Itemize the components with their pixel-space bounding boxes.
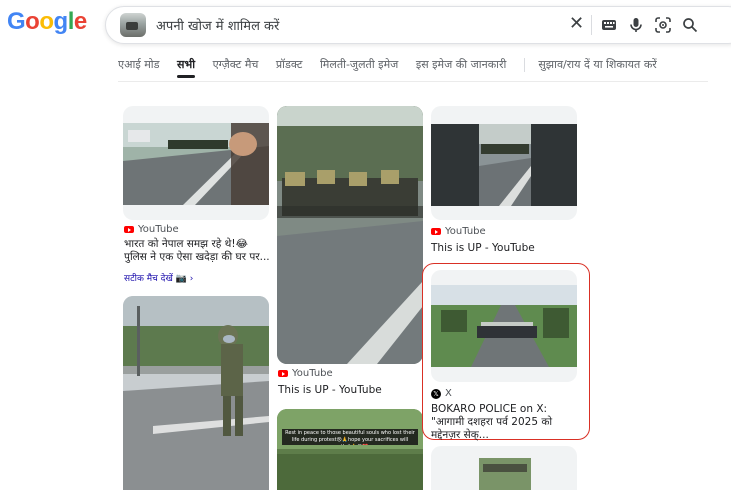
overlay-caption: Rest in peace to those beautiful souls w… xyxy=(282,429,418,445)
result-title-4[interactable]: BOKARO POLICE on X: "आगामी दशहरा पर्व 20… xyxy=(431,403,581,442)
result-image-6[interactable]: Rest in peace to those beautiful souls w… xyxy=(277,409,423,490)
tabs-underline-rule xyxy=(118,81,708,82)
feedback-link[interactable]: सुझाव/राय दें या शिकायत करें xyxy=(538,57,656,72)
youtube-icon xyxy=(124,226,134,233)
search-divider xyxy=(591,15,592,35)
tab-exact-match[interactable]: एग्ज़ैक्ट मैच xyxy=(213,57,259,72)
exact-match-link[interactable]: सटीक मैच देखें 📷 › xyxy=(124,271,193,284)
result-title-2[interactable]: This is UP - YouTube xyxy=(278,384,424,397)
x-logo-icon: 𝕏 xyxy=(431,388,441,399)
tab-all[interactable]: सभी xyxy=(177,57,196,78)
tab-image-info[interactable]: इस इमेज की जानकारी xyxy=(416,57,507,72)
result-image-7[interactable] xyxy=(431,446,577,490)
google-logo[interactable]: Google xyxy=(7,8,87,36)
result-image-1[interactable] xyxy=(123,106,269,220)
close-icon[interactable]: ✕ xyxy=(569,13,584,34)
microphone-icon[interactable] xyxy=(627,16,645,34)
result-image-5[interactable] xyxy=(123,296,269,490)
youtube-icon xyxy=(431,228,441,235)
search-tabs: एआई मोड सभी एग्ज़ैक्ट मैच प्रॉडक्ट मिलती… xyxy=(118,57,671,79)
search-input[interactable]: अपनी खोज में शामिल करें xyxy=(156,16,279,34)
query-image-thumbnail[interactable] xyxy=(120,13,146,37)
keyboard-icon[interactable] xyxy=(600,16,618,34)
tab-ai-mode[interactable]: एआई मोड xyxy=(118,57,160,72)
result-image-3[interactable] xyxy=(431,106,577,220)
lens-icon[interactable] xyxy=(654,16,672,34)
tab-products[interactable]: प्रॉडक्ट xyxy=(276,57,303,72)
result-source-4[interactable]: 𝕏X xyxy=(431,388,452,399)
tab-similar-images[interactable]: मिलती-जुलती इमेज xyxy=(320,57,398,72)
result-source-2[interactable]: YouTube xyxy=(278,368,333,379)
result-source-3[interactable]: YouTube xyxy=(431,226,486,237)
result-image-4[interactable] xyxy=(431,270,577,382)
tabs-divider xyxy=(523,58,525,72)
youtube-icon xyxy=(278,370,288,377)
result-title-1[interactable]: भारत को नेपाल समझ रहे थे!😂 पुलिस ने एक ऐ… xyxy=(124,238,274,264)
search-box[interactable]: अपनी खोज में शामिल करें ✕ xyxy=(105,6,731,44)
result-source-1[interactable]: YouTube xyxy=(124,224,179,235)
result-image-2[interactable] xyxy=(277,106,423,364)
search-icon[interactable] xyxy=(681,16,699,34)
result-title-3[interactable]: This is UP - YouTube xyxy=(431,242,577,255)
